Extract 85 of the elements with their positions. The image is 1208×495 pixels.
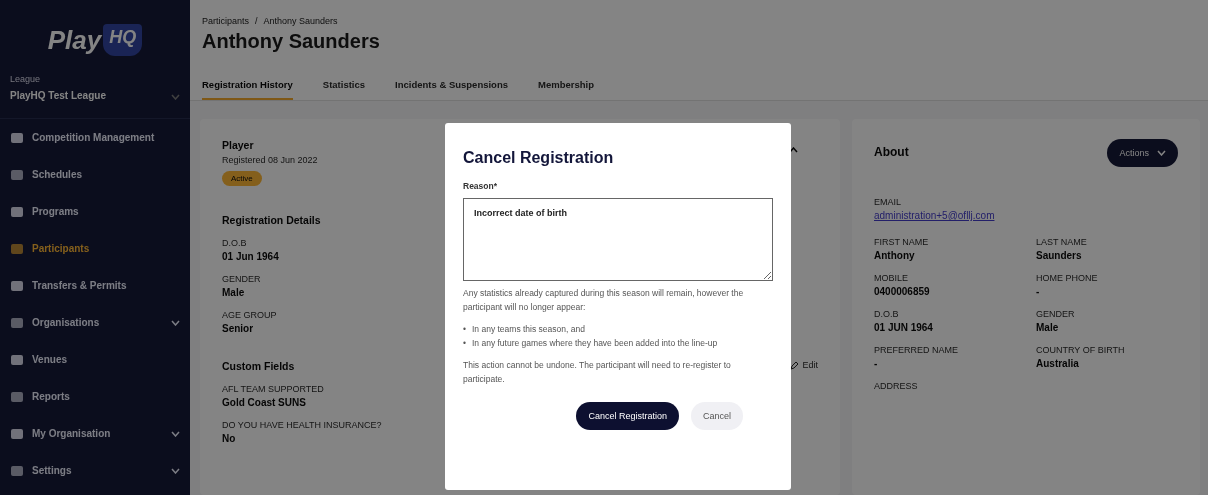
field-value: - <box>874 358 878 369</box>
field-value: No <box>222 433 236 444</box>
field-label: LAST NAME <box>1036 237 1087 247</box>
field-value: Male <box>1036 322 1059 333</box>
field-value: 01 Jun 1964 <box>222 251 279 262</box>
menu-item-icon <box>10 242 24 255</box>
chevron-icon <box>171 319 180 326</box>
sidebar-item[interactable]: Organisations <box>0 304 190 341</box>
field-label: HOME PHONE <box>1036 273 1098 283</box>
cancel-button[interactable]: Cancel <box>691 402 743 430</box>
breadcrumb-link[interactable]: Anthony Saunders <box>263 16 338 26</box>
pencil-icon <box>790 360 800 370</box>
chevron-icon <box>1157 150 1166 156</box>
status-badge: Active <box>222 171 262 186</box>
field-label: FIRST NAME <box>874 237 929 247</box>
sidebar-item[interactable]: Transfers & Permits <box>0 267 190 304</box>
dialog-title: Cancel Registration <box>463 149 615 167</box>
field-value: - <box>1036 286 1040 297</box>
field-value: 01 JUN 1964 <box>874 322 933 333</box>
chevron-icon <box>171 94 180 100</box>
tab[interactable]: Registration History <box>202 79 293 100</box>
chevron-icon <box>171 467 180 474</box>
edit-link[interactable]: Edit <box>790 360 818 370</box>
info-text: Any statistics already captured during this season will remain, however the participant will no longer appear: <box>463 287 745 314</box>
menu-item-icon <box>10 279 24 292</box>
reason-field[interactable]: Incorrect date of birth <box>463 198 773 281</box>
logo[interactable]: Play HQ <box>0 20 190 60</box>
tab[interactable]: Incidents & Suspensions <box>395 79 508 100</box>
menu-item-icon <box>10 168 24 181</box>
role-title: Player <box>222 139 254 151</box>
card-title: About <box>874 145 909 159</box>
menu-item-icon <box>10 464 24 477</box>
menu-item-icon <box>10 205 24 218</box>
field-label: AGE GROUP <box>222 310 277 320</box>
field-label: AFL TEAM SUPPORTED <box>222 384 324 394</box>
field-value: Male <box>222 287 245 298</box>
section-title: Registration Details <box>222 214 321 226</box>
org-label: League <box>10 74 41 84</box>
field-label: GENDER <box>1036 309 1075 319</box>
menu-item-icon <box>10 131 24 144</box>
field-label: MOBILE <box>874 273 908 283</box>
sidebar-item[interactable]: My Organisation <box>0 415 190 452</box>
breadcrumb-separator: / <box>255 16 258 26</box>
sidebar-item[interactable]: Reports <box>0 378 190 415</box>
field-value: Gold Coast SUNS <box>222 397 306 408</box>
bullet-mark: • <box>463 337 466 350</box>
sidebar-item[interactable]: Competition Management <box>0 119 190 156</box>
tab[interactable]: Membership <box>538 79 594 100</box>
field-label: GENDER <box>222 274 261 284</box>
field-label: ADDRESS <box>874 381 918 391</box>
page-title: Anthony Saunders <box>202 30 381 53</box>
sidebar-item[interactable]: Participants <box>0 230 190 267</box>
sidebar-item[interactable]: Schedules <box>0 156 190 193</box>
field-label: DO YOU HAVE HEALTH INSURANCE? <box>222 420 382 430</box>
field-label: D.O.B <box>874 309 899 319</box>
list-item: In any teams this season, and <box>472 323 585 336</box>
confirm-button[interactable]: Cancel Registration <box>576 402 679 430</box>
chevron-icon <box>171 430 180 437</box>
field-label: EMAIL <box>874 197 901 207</box>
sidebar-item[interactable]: Venues <box>0 341 190 378</box>
sidebar-item[interactable]: Settings <box>0 452 190 489</box>
menu-item-icon <box>10 316 24 329</box>
field-value: Senior <box>222 323 254 334</box>
field-label: COUNTRY OF BIRTH <box>1036 345 1125 355</box>
field-label: Reason* <box>463 181 498 191</box>
field-value: 0400006859 <box>874 286 930 297</box>
menu-item-icon <box>10 353 24 366</box>
breadcrumb-link[interactable]: Participants <box>202 16 250 26</box>
email-link[interactable]: administration+5@ofllj.com <box>874 210 1178 221</box>
menu-item-icon <box>10 427 24 440</box>
menu-item-icon <box>10 390 24 403</box>
field-value: Australia <box>1036 358 1079 369</box>
field-label: PREFERRED NAME <box>874 345 958 355</box>
sidebar-item[interactable]: Programs <box>0 193 190 230</box>
org-name[interactable]: PlayHQ Test League <box>10 89 106 101</box>
field-value: Saunders <box>1036 250 1082 261</box>
actions-button[interactable]: Actions <box>1107 139 1178 167</box>
tab[interactable]: Statistics <box>322 79 366 100</box>
registered-date: Registered 08 Jun 2022 <box>222 155 318 165</box>
warning-text: This action cannot be undone. The participant will need to re-register to participate. <box>463 359 732 386</box>
bullet-mark: • <box>463 323 466 336</box>
field-label: D.O.B <box>222 238 247 248</box>
field-value: Anthony <box>874 250 915 261</box>
section-title: Custom Fields <box>222 360 295 372</box>
list-item: In any future games where they have been added into the line-up <box>472 337 718 350</box>
